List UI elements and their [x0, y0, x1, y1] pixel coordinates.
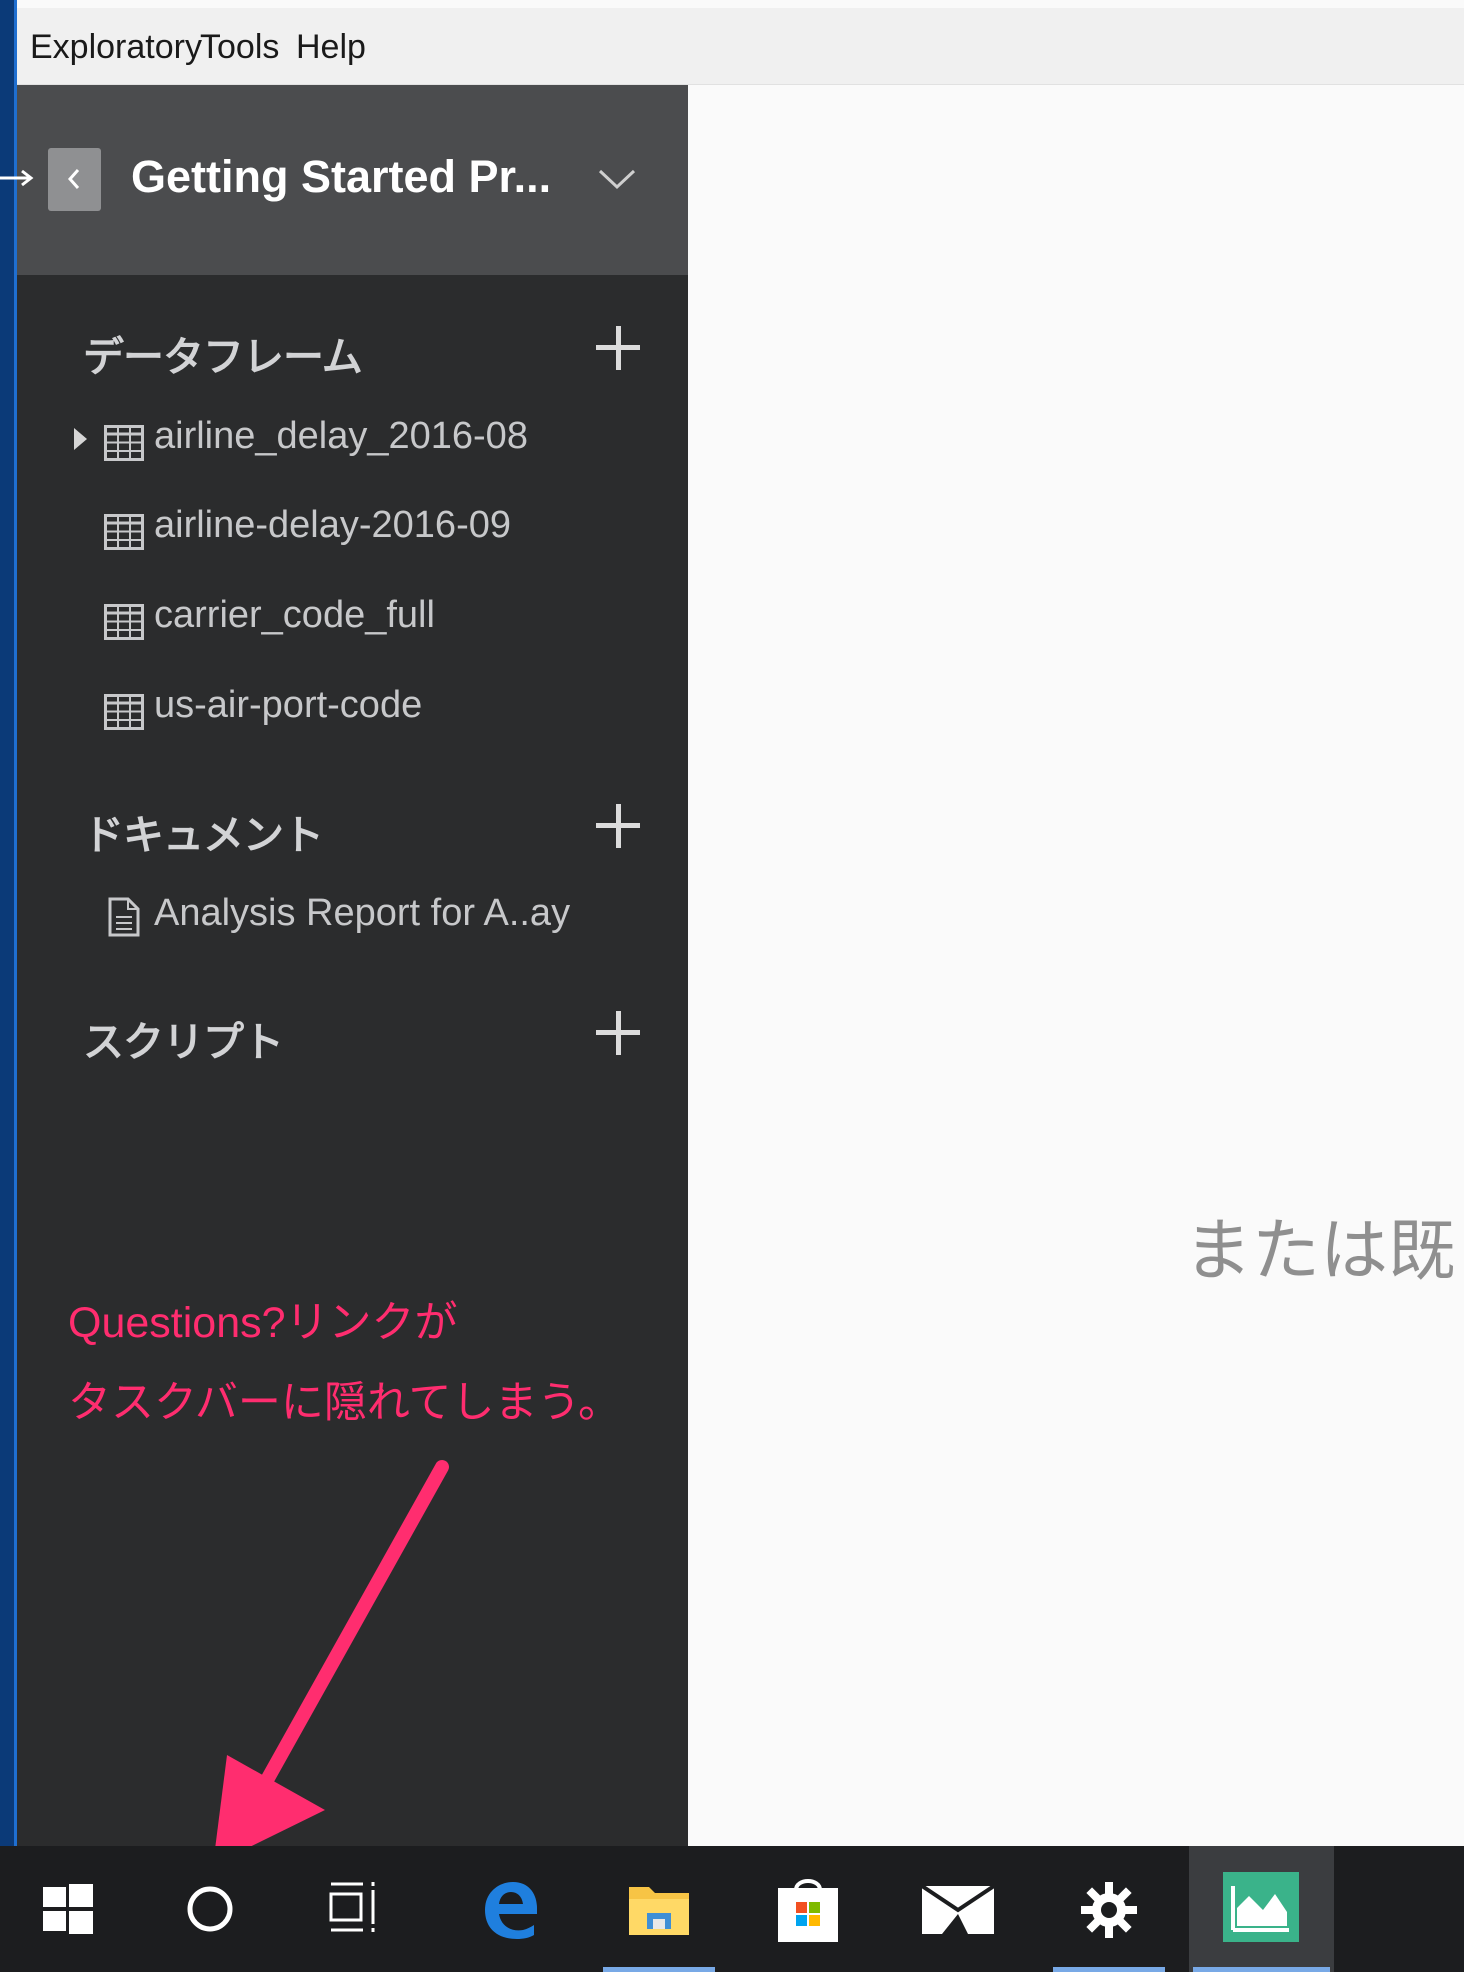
sidebar: Getting Started Pr... データフレーム airline_de…: [0, 85, 688, 1865]
add-dataframe-button[interactable]: [596, 326, 640, 370]
document-icon: [108, 897, 140, 937]
annotation-line-2: タスクバーに隠れてしまう。: [68, 1379, 621, 1427]
dataframe-item[interactable]: carrier_code_full: [47, 582, 667, 652]
running-indicator: [1193, 1967, 1330, 1972]
windows-start-icon: [43, 1884, 93, 1934]
file-explorer-icon: [629, 1887, 689, 1935]
caret-right-icon[interactable]: [74, 428, 87, 450]
section-dataframes-title: データフレーム: [83, 334, 363, 380]
desktop-background-edge: [0, 0, 17, 1846]
cortana-icon: [187, 1886, 233, 1932]
project-title[interactable]: Getting Started Pr...: [131, 151, 611, 203]
document-item[interactable]: Analysis Report for A..ay: [47, 880, 667, 950]
menu-bar: Exploratory Tools Help: [17, 8, 1464, 85]
running-indicator: [603, 1967, 715, 1972]
add-document-button[interactable]: [596, 804, 640, 848]
table-icon: [104, 604, 144, 640]
section-documents-title: ドキュメント: [83, 812, 324, 858]
edge-button[interactable]: [449, 1846, 569, 1972]
dataframe-label: airline-delay-2016-09: [154, 504, 511, 546]
document-label: Analysis Report for A..ay: [154, 892, 571, 934]
start-button[interactable]: [8, 1846, 128, 1972]
back-button[interactable]: [48, 148, 101, 211]
settings-icon: [1081, 1882, 1137, 1938]
settings-button[interactable]: [1049, 1846, 1169, 1972]
main-prompt-text: または既: [1184, 1213, 1457, 1289]
taskbar: [0, 1846, 1464, 1972]
exploratory-app-button[interactable]: [1189, 1846, 1334, 1972]
file-explorer-button[interactable]: [599, 1846, 719, 1972]
section-scripts-title: スクリプト: [83, 1019, 284, 1065]
main-text-bracket: 「: [1425, 958, 1464, 1048]
exploratory-app-icon: [1223, 1872, 1299, 1942]
task-view-button[interactable]: [296, 1846, 416, 1972]
chevron-down-icon[interactable]: [597, 167, 637, 191]
add-script-button[interactable]: [596, 1011, 640, 1055]
task-view-icon: [329, 1882, 375, 1932]
mail-button[interactable]: [898, 1846, 1018, 1972]
table-icon: [104, 425, 144, 461]
dataframe-label: carrier_code_full: [154, 594, 435, 636]
project-header: Getting Started Pr...: [0, 85, 688, 275]
menu-help[interactable]: Help: [296, 28, 366, 67]
chevron-left-icon: [67, 169, 80, 189]
mail-icon: [922, 1886, 994, 1934]
edge-icon: [485, 1882, 537, 1939]
menu-tools[interactable]: Tools: [200, 28, 279, 67]
annotation-line-1: Questions?リンクが: [68, 1299, 458, 1347]
menu-exploratory[interactable]: Exploratory: [30, 28, 202, 67]
dataframe-item[interactable]: airline_delay_2016-08: [47, 403, 667, 473]
table-icon: [104, 694, 144, 730]
store-button[interactable]: [748, 1846, 868, 1972]
store-icon: [778, 1879, 838, 1942]
dataframe-item[interactable]: us-air-port-code: [47, 672, 667, 742]
annotation-arrow-icon: [213, 1460, 449, 1865]
dataframe-item[interactable]: airline-delay-2016-09: [47, 492, 667, 562]
dataframe-label: us-air-port-code: [154, 684, 423, 726]
cortana-button[interactable]: [150, 1846, 270, 1972]
dataframe-label: airline_delay_2016-08: [154, 415, 528, 457]
table-icon: [104, 514, 144, 550]
resize-arrow-icon: [0, 169, 34, 187]
running-indicator: [1053, 1967, 1165, 1972]
